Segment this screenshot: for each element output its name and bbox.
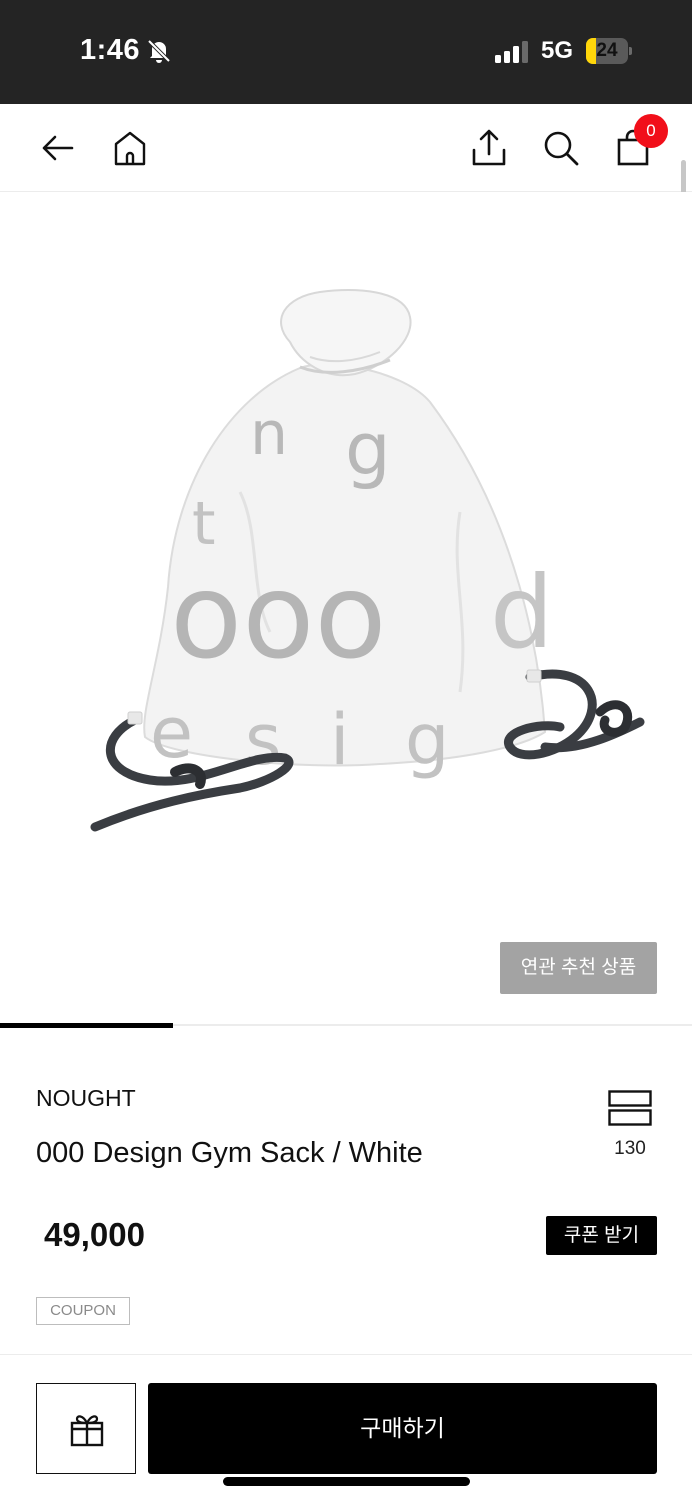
home-icon[interactable]	[110, 128, 150, 168]
view-count: 130	[614, 1138, 646, 1159]
signal-icon	[495, 41, 528, 63]
svg-text:g: g	[345, 407, 391, 491]
get-coupon-button[interactable]: 쿠폰 받기	[546, 1216, 657, 1255]
buy-button[interactable]: 구매하기	[148, 1383, 657, 1474]
product-image[interactable]: n g t ooo d e s i g	[0, 192, 692, 1024]
svg-text:ooo: ooo	[170, 547, 387, 685]
slide-indicator	[0, 1023, 173, 1028]
search-icon[interactable]	[541, 128, 581, 168]
product-title: 000 Design Gym Sack / White	[36, 1137, 423, 1169]
svg-text:s: s	[245, 699, 281, 781]
cart-count-badge: 0	[634, 114, 668, 148]
coupon-tag: COUPON	[36, 1297, 130, 1325]
share-icon[interactable]	[469, 128, 509, 168]
status-time: 1:46	[80, 34, 141, 66]
svg-text:n: n	[250, 399, 288, 469]
gym-sack-illustration: n g t ooo d e s i g	[90, 289, 645, 832]
svg-text:g: g	[405, 699, 449, 781]
gift-button[interactable]	[36, 1383, 136, 1474]
home-indicator	[223, 1477, 470, 1486]
svg-text:i: i	[330, 699, 349, 781]
related-products-button[interactable]: 연관 추천 상품	[500, 942, 657, 994]
top-nav	[0, 104, 692, 192]
back-arrow-icon[interactable]	[38, 128, 78, 168]
gift-icon	[70, 1415, 104, 1447]
price: 49,000	[44, 1216, 145, 1253]
battery-indicator: 24	[586, 38, 632, 64]
list-view-icon[interactable]	[608, 1090, 652, 1126]
bell-slash-icon	[147, 39, 171, 63]
brand-name[interactable]: NOUGHT	[36, 1085, 136, 1112]
battery-level: 24	[596, 40, 618, 61]
svg-text:e: e	[150, 692, 193, 774]
svg-text:d: d	[490, 554, 553, 671]
network-label: 5G	[541, 37, 574, 64]
status-bar: 1:46 5G 24	[0, 0, 692, 104]
